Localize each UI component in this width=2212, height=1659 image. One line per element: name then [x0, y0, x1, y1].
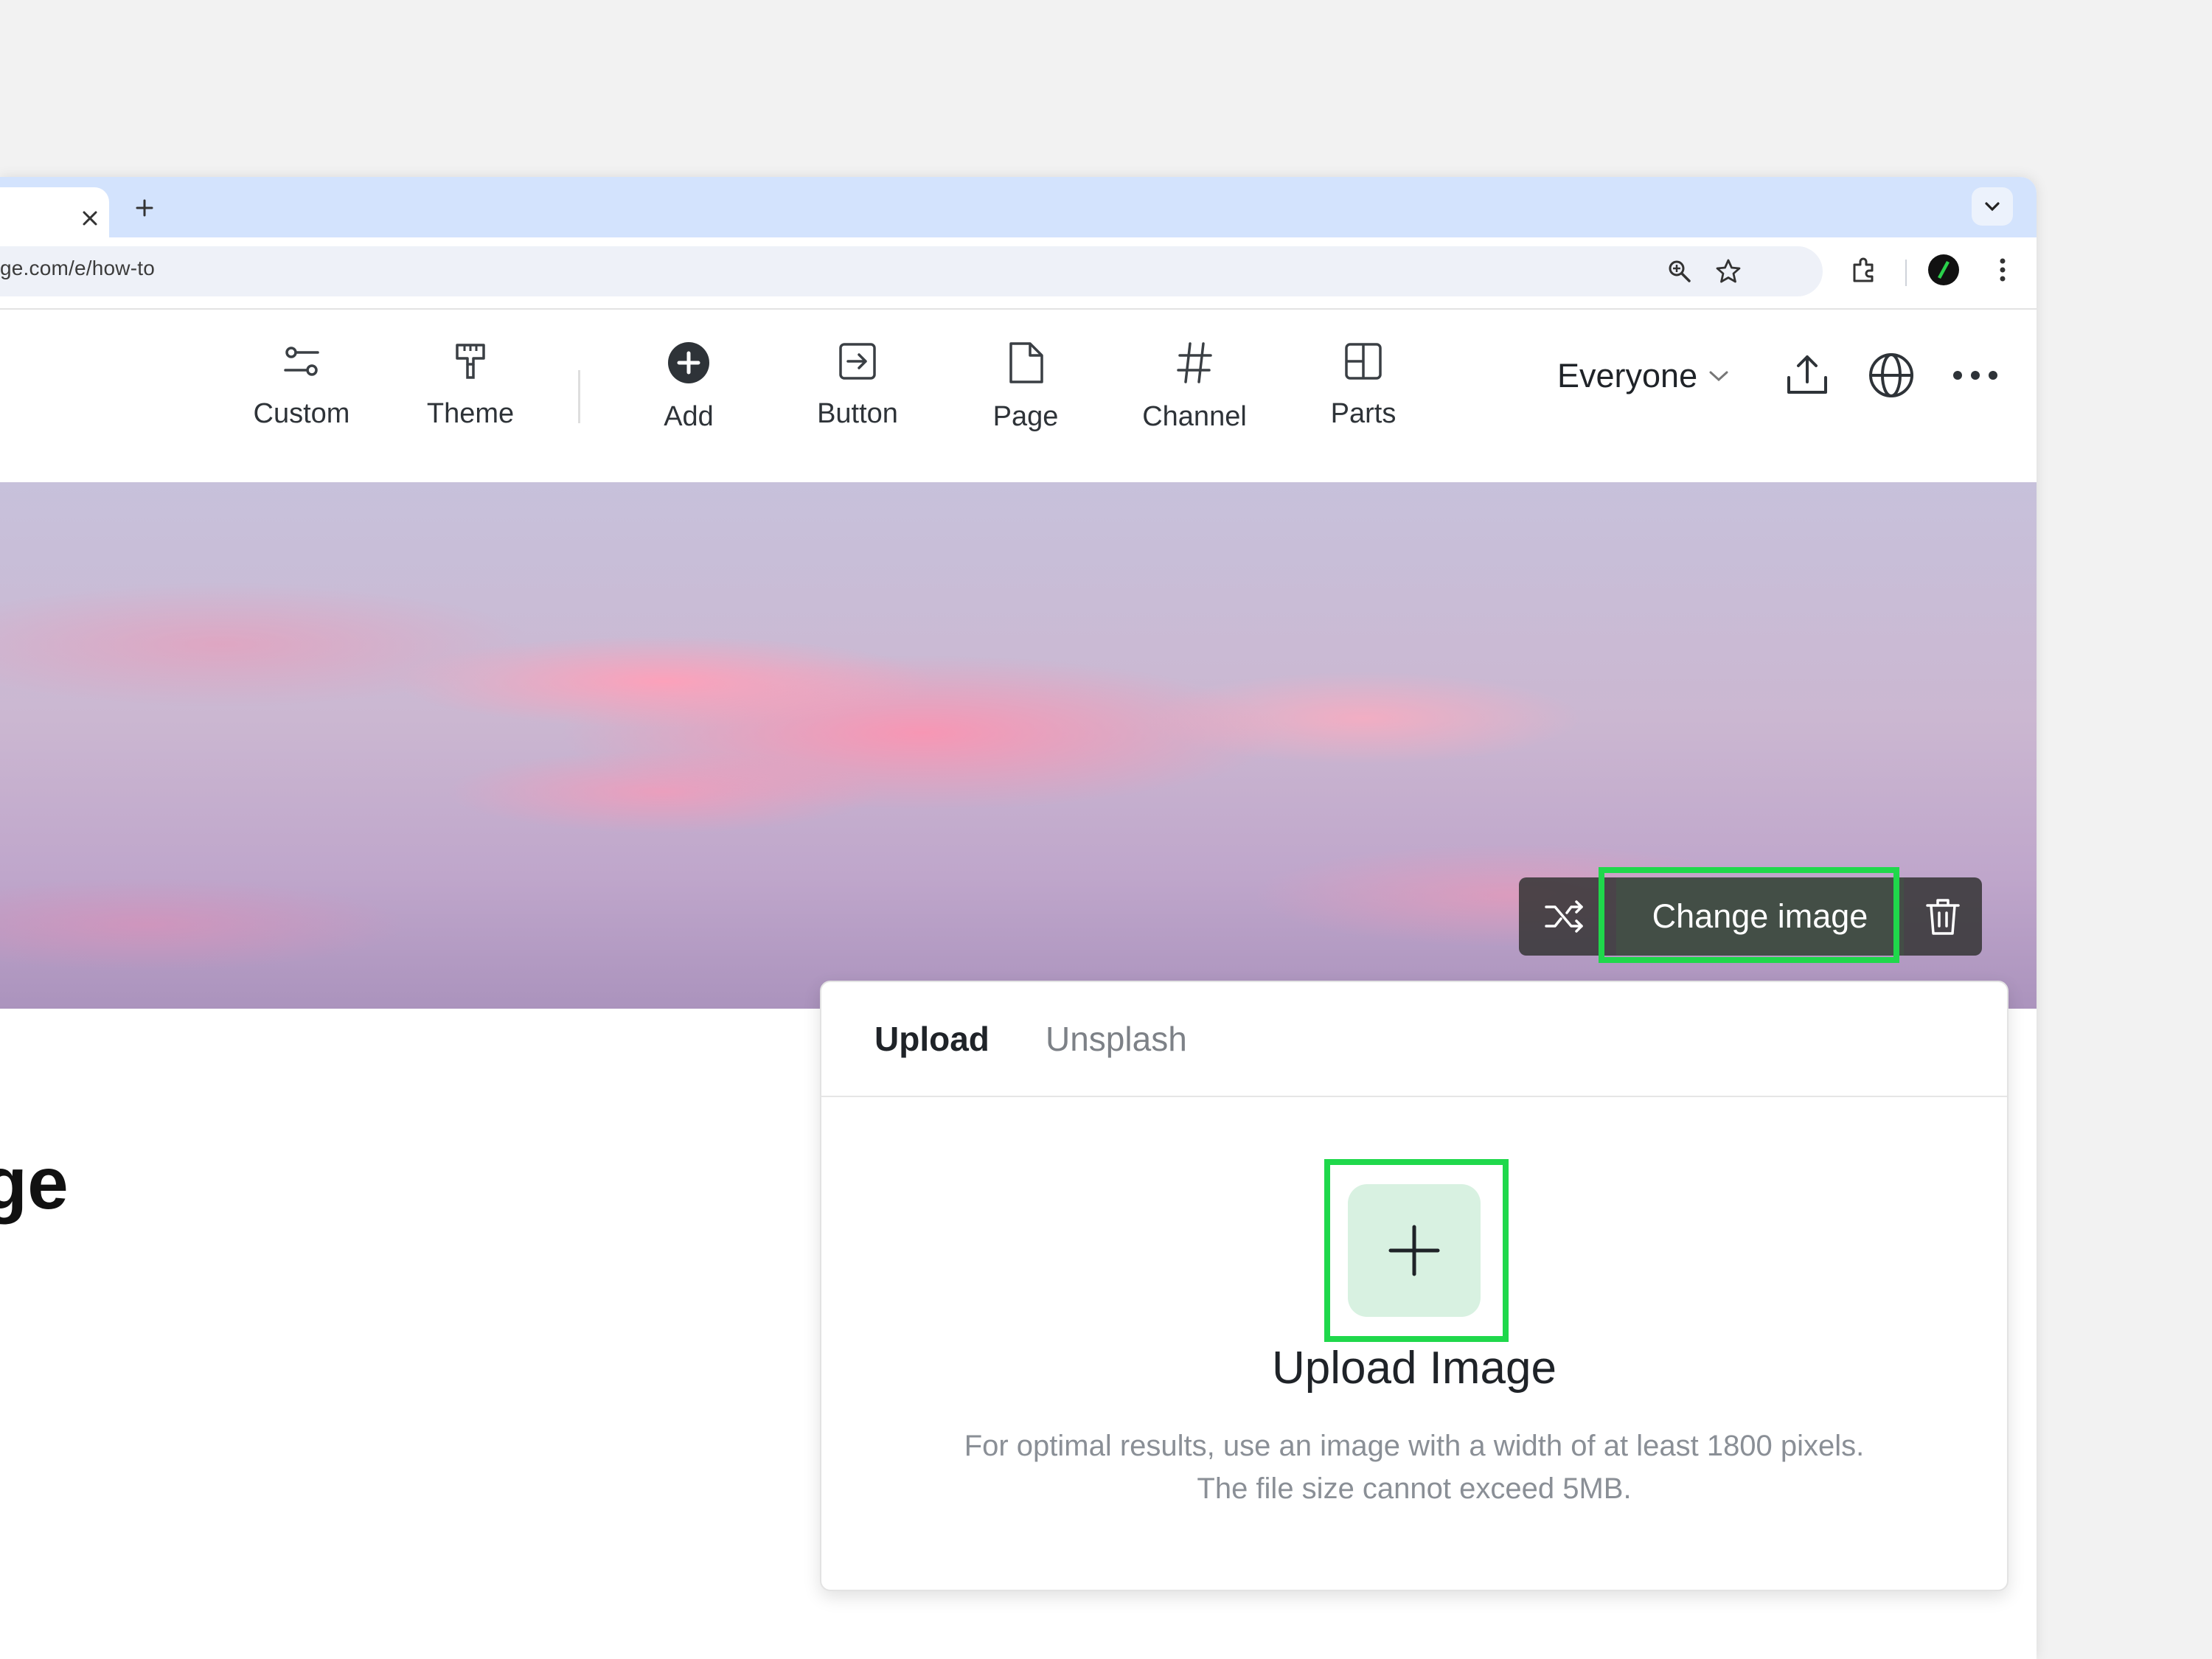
- close-tab-icon[interactable]: [77, 205, 103, 232]
- toolbar-label: Parts: [1330, 398, 1397, 429]
- audience-selector[interactable]: Everyone: [1557, 354, 1730, 398]
- toolbar-parts-button[interactable]: Parts: [1301, 341, 1426, 430]
- extensions-puzzle-icon[interactable]: [1848, 254, 1880, 286]
- browser-menu-icon[interactable]: [1986, 254, 2019, 286]
- tab-unsplash[interactable]: Unsplash: [1046, 1019, 1187, 1059]
- toolbar-theme-button[interactable]: Theme: [408, 341, 533, 430]
- url-text[interactable]: ge.com/e/how-to: [0, 257, 155, 280]
- bookmark-star-icon[interactable]: [1715, 258, 1742, 285]
- app-toolbar: Custom Theme Add Button Page Channel Par…: [0, 310, 2037, 482]
- new-tab-icon[interactable]: [128, 192, 161, 224]
- toolbar-label: Custom: [253, 398, 350, 429]
- address-bar[interactable]: ge.com/e/how-to: [0, 246, 1823, 296]
- upload-hint-line: For optimal results, use an image with a…: [964, 1430, 1865, 1462]
- highlight-box: [1599, 867, 1899, 963]
- profile-avatar[interactable]: [1927, 254, 1960, 286]
- layout-icon: [1345, 343, 1382, 380]
- toolbar-label: Button: [817, 398, 898, 429]
- toolbar-add-button[interactable]: Add: [626, 341, 751, 433]
- toolbar-page-button[interactable]: Page: [963, 341, 1088, 433]
- shuffle-icon: [1545, 900, 1583, 933]
- audience-label: Everyone: [1557, 357, 1698, 394]
- upload-hint: For optimal results, use an image with a…: [821, 1425, 2007, 1510]
- page-title: ge: [0, 1142, 69, 1225]
- button-arrow-icon: [839, 343, 876, 380]
- more-options-icon[interactable]: [1948, 348, 2003, 403]
- upload-hint-line: The file size cannot exceed 5MB.: [1197, 1472, 1632, 1505]
- trash-icon: [1926, 899, 1960, 935]
- upload-image-title: Upload Image: [1271, 1343, 1557, 1394]
- upload-tabs: Upload Unsplash: [821, 982, 2007, 1097]
- hash-icon: [1177, 342, 1212, 383]
- highlight-box: [1324, 1159, 1509, 1342]
- toolbar-label: Channel: [1142, 401, 1247, 432]
- shuffle-image-button[interactable]: [1519, 877, 1610, 956]
- toolbar-channel-button[interactable]: Channel: [1132, 341, 1257, 433]
- toolbar-button-button[interactable]: Button: [795, 341, 920, 430]
- sliders-icon: [284, 347, 319, 376]
- toolbar-label: Add: [664, 401, 714, 432]
- toolbar-separator: [1905, 260, 1907, 286]
- address-bar-row: ge.com/e/how-to: [0, 237, 2037, 310]
- delete-image-button[interactable]: [1904, 877, 1982, 956]
- tab-strip: [0, 177, 2037, 237]
- tab-search-chevron-icon[interactable]: [1972, 187, 2013, 226]
- plus-circle-icon: [668, 342, 709, 383]
- chevron-down-icon: [1709, 371, 1728, 382]
- zoom-icon[interactable]: [1666, 258, 1693, 285]
- toolbar-label: Page: [992, 401, 1059, 432]
- active-tab[interactable]: [0, 187, 109, 237]
- share-upload-icon[interactable]: [1780, 348, 1834, 403]
- toolbar-label: Theme: [426, 398, 515, 429]
- toolbar-divider: [578, 370, 580, 423]
- tab-upload[interactable]: Upload: [874, 1019, 990, 1059]
- globe-icon[interactable]: [1864, 348, 1919, 403]
- toolbar-custom-button[interactable]: Custom: [239, 341, 364, 430]
- page-icon: [1009, 342, 1043, 383]
- paint-roller-icon: [456, 344, 485, 379]
